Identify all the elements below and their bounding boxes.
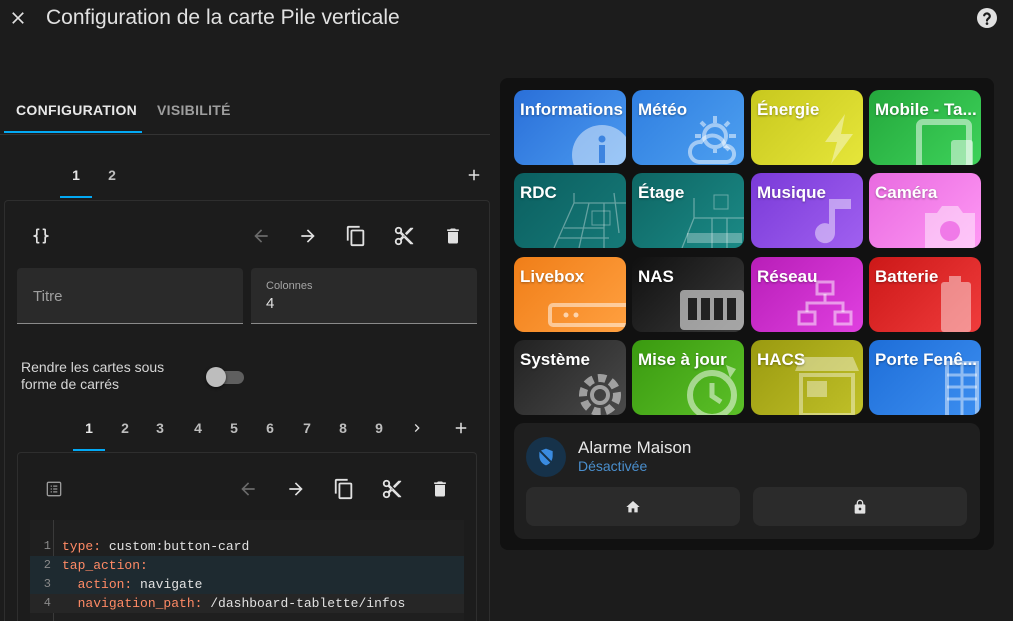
- active-tab-indicator: [4, 131, 142, 133]
- add-card-icon[interactable]: [462, 163, 486, 187]
- colonnes-label: Colonnes: [266, 280, 313, 292]
- dialog: Configuration de la carte Pile verticale…: [0, 0, 1013, 621]
- tile-mise-a-jour[interactable]: Mise à jour: [632, 340, 744, 415]
- tile-systeme[interactable]: Système: [514, 340, 626, 415]
- lock-icon: [854, 499, 866, 514]
- colonnes-value: 4: [266, 295, 275, 312]
- add-sub-card-icon[interactable]: [449, 416, 473, 440]
- code-line: 3 action: navigate: [30, 575, 464, 594]
- lightning-icon: [825, 114, 853, 164]
- info-icon: [572, 125, 626, 165]
- move-left-icon[interactable]: [236, 477, 260, 501]
- sub-tab-3[interactable]: 3: [148, 420, 172, 436]
- arm-away-button[interactable]: [753, 487, 967, 526]
- titre-placeholder: Titre: [33, 288, 63, 305]
- tile-musique[interactable]: Musique: [751, 173, 863, 248]
- dialog-title: Configuration de la carte Pile verticale: [46, 6, 400, 29]
- copy-icon[interactable]: [344, 224, 368, 248]
- sub-tab-4[interactable]: 4: [186, 420, 210, 436]
- yaml-code-editor[interactable]: 1 type: custom:button-card 2 tap_action:…: [30, 520, 464, 621]
- home-icon: [626, 500, 640, 512]
- card-tab-1[interactable]: 1: [64, 167, 88, 183]
- sub-tab-2[interactable]: 2: [113, 420, 137, 436]
- delete-icon[interactable]: [441, 224, 465, 248]
- toggle-knob: [206, 367, 226, 387]
- tile-energie[interactable]: Énergie: [751, 90, 863, 165]
- cut-icon[interactable]: [392, 224, 416, 248]
- tile-informations[interactable]: Informations: [514, 90, 626, 165]
- router-icon: [548, 303, 626, 327]
- code-line: 1 type: custom:button-card: [43, 539, 250, 554]
- tile-mobile[interactable]: Mobile - Ta...: [869, 90, 981, 165]
- tile-camera[interactable]: Caméra: [869, 173, 981, 248]
- nas-icon: [680, 290, 744, 330]
- visual-editor-toggle-icon[interactable]: [42, 477, 66, 501]
- sub-tab-9[interactable]: 9: [367, 420, 391, 436]
- code-line: 4 navigation_path: /dashboard-tablette/i…: [30, 594, 464, 613]
- tile-batterie[interactable]: Batterie: [869, 257, 981, 332]
- colonnes-field[interactable]: Colonnes 4: [251, 268, 477, 324]
- tile-hacs[interactable]: HACS: [751, 340, 863, 415]
- weather-icon: [688, 116, 737, 164]
- move-right-icon[interactable]: [296, 224, 320, 248]
- chevron-right-icon[interactable]: [405, 416, 429, 440]
- tile-reseau[interactable]: Réseau: [751, 257, 863, 332]
- tile-livebox[interactable]: Livebox: [514, 257, 626, 332]
- tile-porte-fenetre[interactable]: Porte Fenê...: [869, 340, 981, 415]
- cut-icon[interactable]: [380, 477, 404, 501]
- alarm-state: Désactivée: [578, 458, 648, 474]
- square-toggle-label: Rendre les cartes sous forme de carrés: [21, 359, 165, 392]
- move-right-icon[interactable]: [284, 477, 308, 501]
- tile-meteo[interactable]: Météo: [632, 90, 744, 165]
- square-toggle[interactable]: [206, 367, 244, 387]
- shield-off-icon[interactable]: [526, 437, 566, 477]
- alarm-name: Alarme Maison: [578, 438, 692, 457]
- card-tab-2[interactable]: 2: [100, 167, 124, 183]
- arm-home-button[interactable]: [526, 487, 740, 526]
- battery-icon: [941, 276, 971, 332]
- tab-visibilite[interactable]: VISIBILITÉ: [157, 102, 231, 118]
- titre-field[interactable]: Titre: [17, 268, 243, 324]
- card-tab-indicator: [60, 196, 92, 198]
- tile-nas[interactable]: NAS: [632, 257, 744, 332]
- tab-configuration[interactable]: CONFIGURATION: [16, 102, 137, 118]
- close-icon[interactable]: [4, 4, 32, 32]
- sub-tab-7[interactable]: 7: [295, 420, 319, 436]
- delete-icon[interactable]: [428, 477, 452, 501]
- tile-etage[interactable]: Étage: [632, 173, 744, 248]
- tabs-divider: [0, 134, 490, 135]
- move-left-icon[interactable]: [249, 224, 273, 248]
- sub-tab-indicator: [73, 449, 105, 451]
- sub-tab-1[interactable]: 1: [77, 420, 101, 436]
- alarm-card: Alarme Maison Désactivée: [514, 423, 980, 539]
- code-editor-toggle-icon[interactable]: [28, 224, 54, 248]
- help-icon[interactable]: [974, 5, 1000, 31]
- sub-tab-6[interactable]: 6: [258, 420, 282, 436]
- sub-tab-5[interactable]: 5: [222, 420, 246, 436]
- sub-tab-8[interactable]: 8: [331, 420, 355, 436]
- tile-rdc[interactable]: RDC: [514, 173, 626, 248]
- code-line: 2 tap_action:: [30, 556, 464, 575]
- copy-icon[interactable]: [332, 477, 356, 501]
